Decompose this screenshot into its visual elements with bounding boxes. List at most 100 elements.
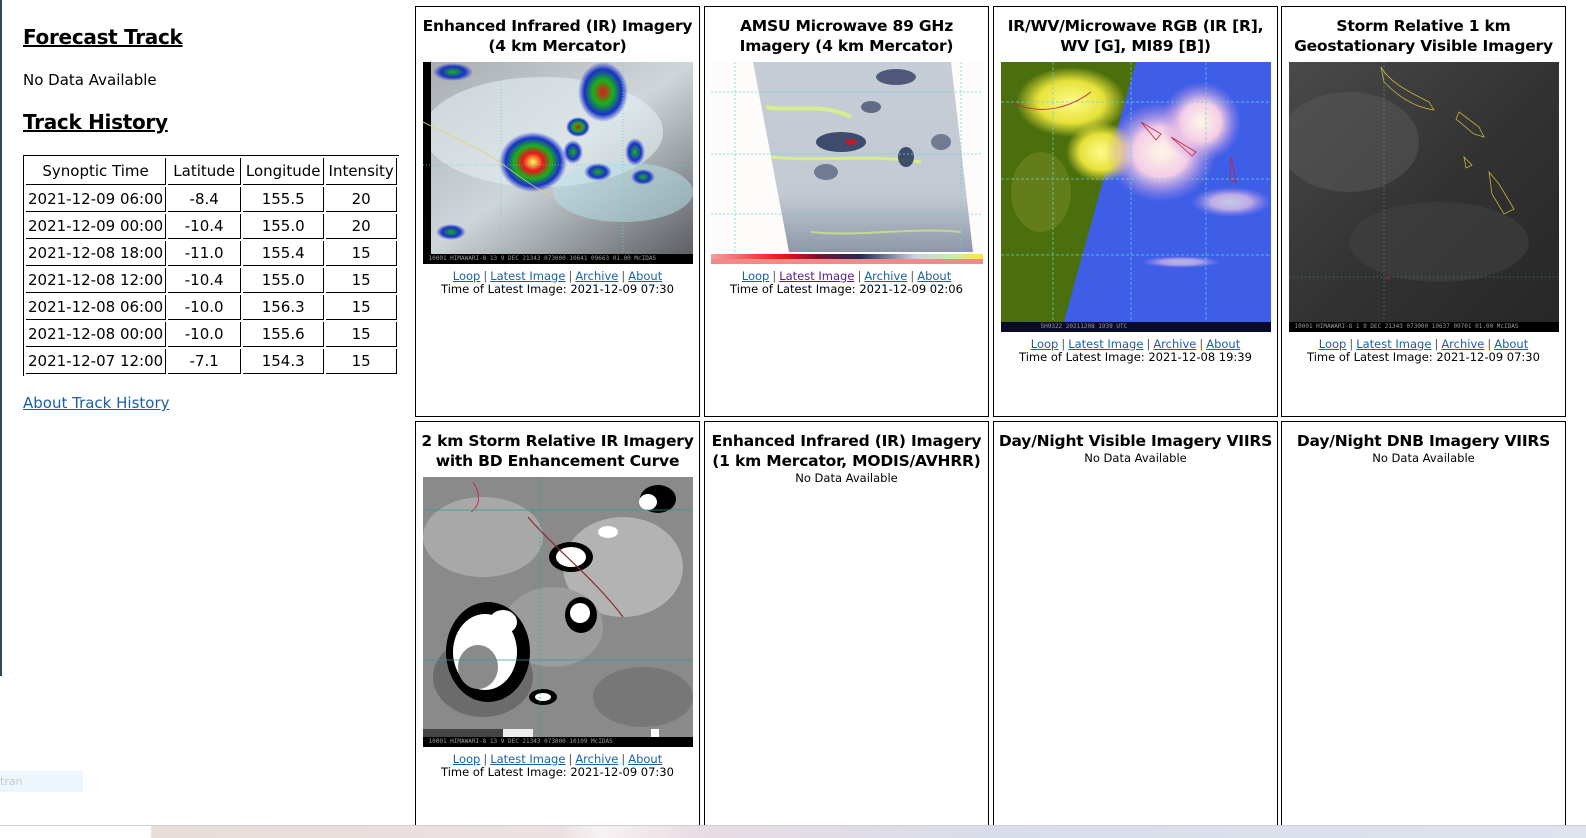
separator: | — [621, 752, 626, 766]
no-data-message: No Data Available — [795, 471, 898, 485]
panel-storm-relative-ir-bd: 2 km Storm Relative IR Imagery with BD E… — [415, 421, 700, 831]
latest-image-time: Time of Latest Image: 2021-12-08 19:39 — [994, 351, 1277, 364]
cell-intensity: 15 — [326, 295, 398, 320]
image-caption: 10001 HIMAWARI-8 13 9 DEC 21343 073000 1… — [422, 254, 693, 264]
time-label: Time of Latest Image: — [1307, 350, 1433, 364]
translate-widget[interactable]: tran — [0, 771, 83, 792]
latest-image-link[interactable]: Latest Image — [1068, 337, 1143, 351]
about-link[interactable]: About — [917, 269, 951, 283]
loop-link[interactable]: Loop — [742, 269, 770, 283]
cell-synoptic-time: 2021-12-08 00:00 — [26, 322, 167, 347]
cell-synoptic-time: 2021-12-07 12:00 — [26, 349, 167, 374]
latest-image-link[interactable]: Latest Image — [490, 269, 565, 283]
separator: | — [1434, 337, 1439, 351]
archive-link[interactable]: Archive — [575, 752, 618, 766]
time-label: Time of Latest Image: — [441, 282, 567, 296]
cell-intensity: 20 — [326, 214, 398, 239]
time-label: Time of Latest Image: — [1019, 350, 1145, 364]
latest-image-time: Time of Latest Image: 2021-12-09 07:30 — [416, 766, 699, 779]
column-header-latitude: Latitude — [168, 158, 242, 185]
amsu-image[interactable] — [710, 62, 983, 264]
about-link[interactable]: About — [628, 269, 662, 283]
cell-latitude: -10.4 — [168, 268, 242, 293]
loop-link[interactable]: Loop — [1319, 337, 1347, 351]
time-value: 2021-12-08 19:39 — [1148, 350, 1252, 364]
table-row: 2021-12-08 12:00 -10.4 155.0 15 — [26, 268, 398, 293]
satellite-image-microwave — [710, 62, 983, 264]
separator: | — [483, 752, 488, 766]
about-link[interactable]: About — [1206, 337, 1240, 351]
cell-intensity: 15 — [326, 322, 398, 347]
cell-longitude: 156.3 — [243, 295, 325, 320]
table-row: 2021-12-08 00:00 -10.0 155.6 15 — [26, 322, 398, 347]
bd-enhanced-image[interactable]: 10001 HIMAWARI-8 13 9 DEC 21343 073000 1… — [422, 477, 693, 747]
rgb-composite-image[interactable]: SH9322 20211208 1939 UTC — [1000, 62, 1271, 332]
cell-intensity: 15 — [326, 349, 398, 374]
latest-image-link[interactable]: Latest Image — [1356, 337, 1431, 351]
latest-image-link[interactable]: Latest Image — [779, 269, 854, 283]
panel-links: Loop | Latest Image | Archive | About — [416, 269, 699, 283]
panel-title: IR/WV/Microwave RGB (IR [R], WV [G], MI8… — [1007, 17, 1264, 55]
cell-latitude: -8.4 — [168, 187, 242, 212]
separator: | — [483, 269, 488, 283]
separator: | — [1061, 337, 1066, 351]
left-frame-border — [0, 0, 2, 676]
separator: | — [857, 269, 862, 283]
cell-intensity: 15 — [326, 241, 398, 266]
latest-image-link[interactable]: Latest Image — [490, 752, 565, 766]
enhanced-ir-image[interactable]: 10001 HIMAWARI-8 13 9 DEC 21343 073000 1… — [422, 62, 693, 264]
cell-longitude: 155.5 — [243, 187, 325, 212]
panel-title: Enhanced Infrared (IR) Imagery (1 km Mer… — [711, 432, 982, 470]
separator: | — [772, 269, 777, 283]
forecast-track-status: No Data Available — [23, 71, 157, 89]
column-header-longitude: Longitude — [243, 158, 325, 185]
archive-link[interactable]: Archive — [864, 269, 907, 283]
archive-link[interactable]: Archive — [1441, 337, 1484, 351]
panel-amsu-89ghz: AMSU Microwave 89 GHz Imagery (4 km Merc… — [704, 6, 989, 417]
loop-link[interactable]: Loop — [453, 269, 481, 283]
panel-links: Loop | Latest Image | Archive | About — [994, 337, 1277, 351]
no-data-message: No Data Available — [1084, 451, 1187, 465]
cell-intensity: 15 — [326, 268, 398, 293]
panel-ir-wv-mw-rgb: IR/WV/Microwave RGB (IR [R], WV [G], MI8… — [993, 6, 1278, 417]
about-link[interactable]: About — [1494, 337, 1528, 351]
separator: | — [1199, 337, 1204, 351]
column-header-intensity: Intensity — [326, 158, 398, 185]
panel-title: 2 km Storm Relative IR Imagery with BD E… — [421, 432, 694, 470]
about-track-history-link[interactable]: About Track History — [23, 394, 170, 412]
track-history-heading: Track History — [23, 110, 168, 134]
panel-enhanced-ir-1km: Enhanced Infrared (IR) Imagery (1 km Mer… — [704, 421, 989, 831]
taskbar-strip — [0, 825, 1586, 838]
table-row: 2021-12-09 06:00 -8.4 155.5 20 — [26, 187, 398, 212]
table-row: 2021-12-08 18:00 -11.0 155.4 15 — [26, 241, 398, 266]
panel-links: Loop | Latest Image | Archive | About — [705, 269, 988, 283]
track-history-table: Synoptic Time Latitude Longitude Intensi… — [23, 155, 400, 376]
loop-link[interactable]: Loop — [1031, 337, 1059, 351]
archive-link[interactable]: Archive — [575, 269, 618, 283]
archive-link[interactable]: Archive — [1153, 337, 1196, 351]
loop-link[interactable]: Loop — [453, 752, 481, 766]
about-link[interactable]: About — [628, 752, 662, 766]
panel-links: Loop | Latest Image | Archive | About — [416, 752, 699, 766]
table-row: 2021-12-08 06:00 -10.0 156.3 15 — [26, 295, 398, 320]
cell-latitude: -11.0 — [168, 241, 242, 266]
separator: | — [568, 269, 573, 283]
time-value: 2021-12-09 07:30 — [570, 282, 674, 296]
separator: | — [1146, 337, 1151, 351]
cell-longitude: 155.0 — [243, 214, 325, 239]
cell-longitude: 155.6 — [243, 322, 325, 347]
panel-viirs-dnb: Day/Night DNB Imagery VIIRS No Data Avai… — [1281, 421, 1566, 831]
latest-image-time: Time of Latest Image: 2021-12-09 07:30 — [1282, 351, 1565, 364]
satellite-image-bd — [422, 477, 693, 747]
visible-image[interactable]: x 10001 HIMAWARI-8 1 9 DEC 21343 073000 … — [1288, 62, 1559, 332]
panel-enhanced-ir-4km: Enhanced Infrared (IR) Imagery (4 km Mer… — [415, 6, 700, 417]
time-value: 2021-12-09 07:30 — [570, 765, 674, 779]
panel-title: Day/Night Visible Imagery VIIRS — [998, 432, 1273, 450]
satellite-image-rgb — [1000, 62, 1271, 332]
satellite-image-visible: x — [1288, 62, 1559, 332]
image-caption: 10001 HIMAWARI-8 1 9 DEC 21343 073000 10… — [1288, 322, 1559, 332]
time-label: Time of Latest Image: — [441, 765, 567, 779]
cell-synoptic-time: 2021-12-08 18:00 — [26, 241, 167, 266]
cell-latitude: -7.1 — [168, 349, 242, 374]
cell-intensity: 20 — [326, 187, 398, 212]
